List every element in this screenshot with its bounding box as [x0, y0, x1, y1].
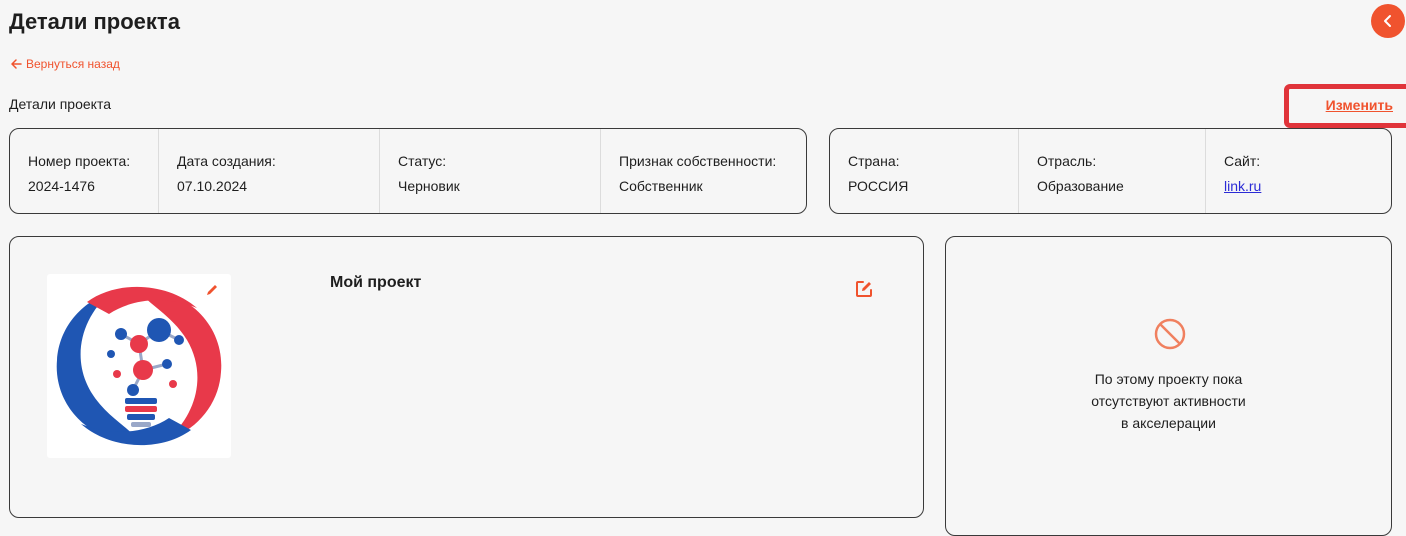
- info-industry: Отрасль: Образование: [1018, 129, 1205, 213]
- info-label: Номер проекта:: [28, 153, 131, 169]
- info-status: Статус: Черновик: [379, 129, 600, 213]
- info-label: Отрасль:: [1037, 153, 1097, 169]
- info-created-date: Дата создания: 07.10.2024: [158, 129, 379, 213]
- pencil-icon[interactable]: [205, 283, 219, 297]
- info-project-number: Номер проекта: 2024-1476: [10, 129, 158, 213]
- info-country: Страна: РОССИЯ: [830, 129, 1018, 213]
- project-location-card: Страна: РОССИЯ Отрасль: Образование Сайт…: [829, 128, 1392, 214]
- page-title: Детали проекта: [9, 9, 180, 34]
- info-value: Черновик: [398, 178, 460, 194]
- info-value: Образование: [1037, 178, 1124, 194]
- project-logo[interactable]: [47, 274, 231, 458]
- info-value: РОССИЯ: [848, 178, 909, 194]
- edit-button[interactable]: Изменить: [1326, 97, 1393, 113]
- site-link[interactable]: link.ru: [1224, 174, 1391, 199]
- collapse-sidebar-button[interactable]: [1371, 4, 1405, 38]
- lightbulb-logo: [56, 286, 222, 446]
- info-site: Сайт: link.ru: [1205, 129, 1391, 213]
- info-value: 2024-1476: [28, 178, 95, 194]
- info-label: Статус:: [398, 153, 447, 169]
- info-ownership: Признак собственности: Собственник: [600, 129, 806, 213]
- activity-empty-text: По этому проекту пока отсутствуют активн…: [1091, 371, 1246, 431]
- info-value: Собственник: [619, 178, 703, 194]
- edit-icon[interactable]: [855, 280, 873, 298]
- activity-card: По этому проекту пока отсутствуют активн…: [945, 236, 1392, 536]
- project-name: Мой проект: [330, 274, 422, 291]
- back-link[interactable]: Вернуться назад: [10, 57, 120, 71]
- info-label: Сайт:: [1224, 153, 1261, 169]
- project-info-card: Номер проекта: 2024-1476 Дата создания: …: [9, 128, 807, 214]
- project-card: Мой проект: [9, 236, 924, 518]
- section-title: Детали проекта: [9, 96, 111, 112]
- arrow-left-icon: [11, 59, 22, 69]
- info-label: Признак собственности:: [619, 153, 777, 169]
- back-link-label: Вернуться назад: [26, 57, 120, 71]
- info-label: Страна:: [848, 153, 900, 169]
- info-value: 07.10.2024: [177, 178, 248, 194]
- no-entry-icon: [1154, 318, 1186, 350]
- chevron-left-icon: [1384, 15, 1391, 27]
- edit-highlight: Изменить: [1284, 84, 1406, 128]
- info-label: Дата создания:: [177, 153, 276, 169]
